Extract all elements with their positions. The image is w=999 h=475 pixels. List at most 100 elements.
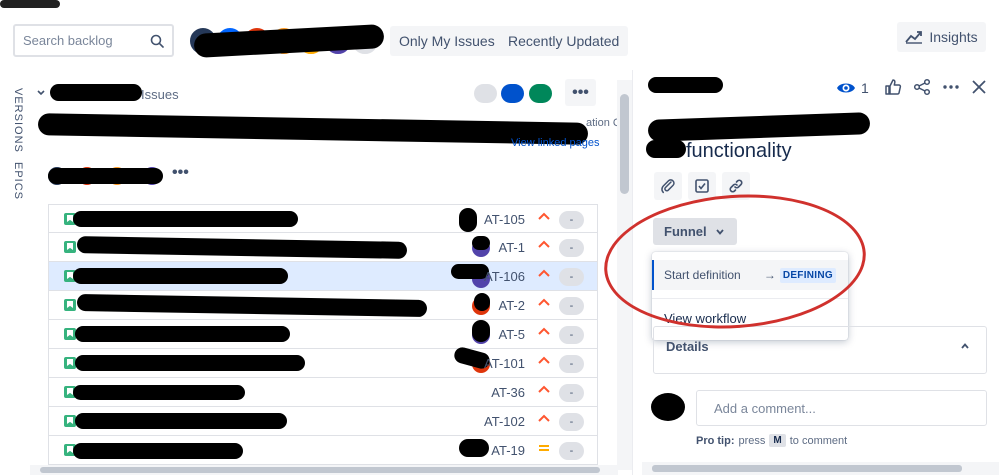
issue-key[interactable]: AT-101 xyxy=(465,356,525,371)
view-linked-pages-link[interactable]: View linked pages xyxy=(511,137,599,149)
issue-key[interactable]: AT-36 xyxy=(465,385,525,400)
search-icon xyxy=(150,34,164,48)
insights-button[interactable]: Insights xyxy=(897,22,986,52)
redacted-issue-breadcrumb xyxy=(648,77,723,93)
issue-key[interactable]: AT-19 xyxy=(465,443,525,458)
redacted-epic-names xyxy=(48,168,163,184)
priority-high-icon xyxy=(538,298,550,306)
backlog-horizontal-scrollbar[interactable] xyxy=(30,465,618,475)
redacted-sprint-name xyxy=(50,84,142,101)
issue-key[interactable]: AT-102 xyxy=(465,414,525,429)
status-count-done xyxy=(529,84,552,103)
issue-key[interactable]: AT-2 xyxy=(465,298,526,313)
issue-row[interactable]: AT-105 - xyxy=(48,204,598,233)
scrollbar-thumb[interactable] xyxy=(620,94,629,194)
link-issue-button[interactable] xyxy=(722,172,750,200)
issue-row[interactable]: AT-36 - xyxy=(48,378,598,407)
search-input[interactable] xyxy=(23,33,143,48)
tab-versions[interactable]: VERSIONS xyxy=(12,88,24,153)
redacted-summary xyxy=(75,355,305,371)
only-my-issues-button[interactable]: Only My Issues xyxy=(390,26,504,56)
priority-high-icon xyxy=(538,269,550,277)
story-points-badge: - xyxy=(559,384,584,402)
issue-key[interactable]: AT-5 xyxy=(465,327,526,342)
story-points-badge: - xyxy=(559,326,584,344)
issue-key[interactable]: AT-106 xyxy=(465,269,525,284)
checkbox-icon xyxy=(695,179,709,193)
scrollbar-thumb[interactable] xyxy=(652,465,962,472)
panel-divider[interactable] xyxy=(632,70,633,475)
recently-updated-button[interactable]: Recently Updated xyxy=(499,26,629,56)
watcher-count[interactable]: 1 xyxy=(861,80,869,96)
issue-row[interactable]: AT-2 - xyxy=(48,291,598,320)
eye-icon[interactable] xyxy=(836,78,856,98)
arrow-right-icon: → xyxy=(763,268,776,282)
insights-label: Insights xyxy=(929,29,978,45)
issue-title[interactable]: functionality xyxy=(686,140,792,163)
paperclip-icon xyxy=(661,179,675,194)
story-points-badge: - xyxy=(559,239,584,257)
sprint-more-button[interactable]: ••• xyxy=(565,79,596,106)
story-icon xyxy=(64,241,76,253)
add-comment-input[interactable] xyxy=(696,390,987,426)
status-label: Funnel xyxy=(664,224,707,239)
transition-label: Start definition xyxy=(664,268,741,282)
issue-row[interactable]: AT-5 - xyxy=(48,320,598,349)
redacted-issue-title xyxy=(647,112,871,142)
priority-high-icon xyxy=(538,327,550,335)
detail-horizontal-scrollbar[interactable] xyxy=(642,462,999,475)
redacted-summary xyxy=(75,326,290,342)
issue-row[interactable]: AT-102 - xyxy=(48,407,598,436)
status-count-in-progress xyxy=(501,84,524,103)
backlog-vertical-scrollbar[interactable] xyxy=(617,80,632,470)
more-actions-icon[interactable] xyxy=(942,78,960,96)
current-user-avatar xyxy=(651,393,685,421)
priority-high-icon xyxy=(538,385,550,393)
share-icon[interactable] xyxy=(913,78,931,96)
sprint-issue-count-label: Issues xyxy=(141,87,179,102)
story-points-badge: - xyxy=(559,268,584,286)
issue-row[interactable]: AT-19 - xyxy=(48,436,598,465)
story-points-badge: - xyxy=(559,442,584,460)
chevron-up-icon[interactable] xyxy=(960,341,970,351)
search-backlog-field[interactable] xyxy=(13,24,174,57)
issue-row[interactable]: AT-1 - xyxy=(48,233,598,262)
priority-medium-icon xyxy=(539,445,549,451)
priority-high-icon xyxy=(538,356,550,364)
transition-start-definition[interactable]: Start definition → DEFINING xyxy=(652,260,848,290)
assignee-avatar-filter[interactable] xyxy=(188,24,385,58)
epic-avatars[interactable] xyxy=(48,167,163,185)
redacted-summary xyxy=(73,443,243,459)
status-dropdown-button[interactable]: Funnel xyxy=(653,218,737,245)
issue-key[interactable]: AT-105 xyxy=(465,212,525,227)
chevron-down-icon[interactable] xyxy=(36,88,46,98)
redacted-sprint-goal xyxy=(37,113,589,145)
story-points-badge: - xyxy=(559,355,584,373)
pro-tip-label: Pro tip: xyxy=(696,434,735,447)
issue-key[interactable]: AT-1 xyxy=(465,240,526,255)
issue-row[interactable]: AT-101 - xyxy=(48,345,598,378)
issue-list: AT-105 - AT-1 - AT-106 - AT-2 - AT-5 - A… xyxy=(48,204,598,465)
story-points-badge: - xyxy=(559,297,584,315)
menu-divider xyxy=(652,298,848,299)
details-section[interactable]: Details xyxy=(653,326,987,374)
story-points-badge: - xyxy=(559,211,584,229)
scrollbar-thumb[interactable] xyxy=(40,467,600,473)
thumbs-up-icon[interactable] xyxy=(884,78,902,96)
tab-epics[interactable]: EPICS xyxy=(12,162,24,200)
redacted-summary xyxy=(75,413,287,429)
chevron-down-icon xyxy=(715,228,724,235)
epic-more-button[interactable]: ••• xyxy=(172,164,189,182)
redacted-summary xyxy=(73,211,298,227)
close-icon[interactable] xyxy=(970,78,988,96)
attach-button[interactable] xyxy=(654,172,682,200)
status-lozenge: DEFINING xyxy=(779,267,836,283)
view-workflow-link[interactable]: View workflow xyxy=(664,311,746,326)
redacted-summary xyxy=(73,385,245,400)
story-points-badge: - xyxy=(559,413,584,431)
pro-tip-press: press xyxy=(738,434,766,447)
add-checklist-button[interactable] xyxy=(688,172,716,200)
priority-high-icon xyxy=(538,240,550,248)
issue-row-selected[interactable]: AT-106 - xyxy=(48,262,598,291)
pro-tip-suffix: to comment xyxy=(789,434,848,447)
